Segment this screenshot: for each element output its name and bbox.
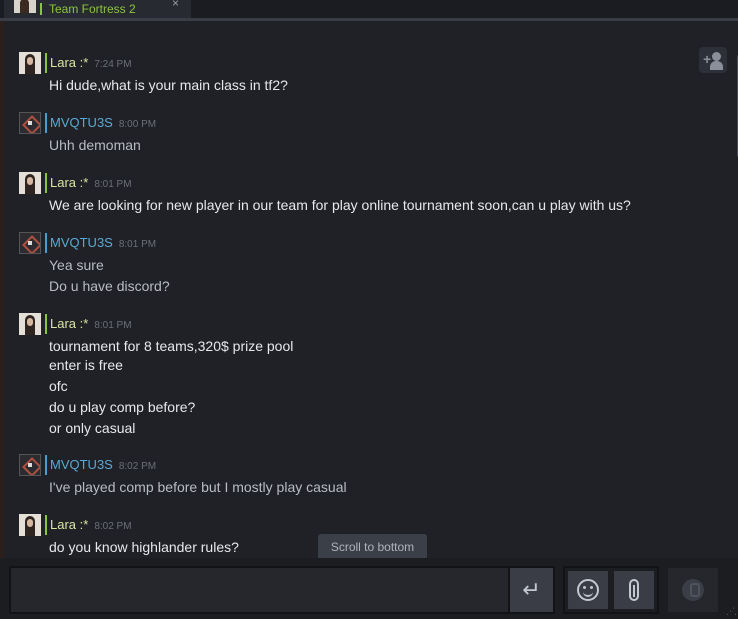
message-input[interactable] — [9, 566, 555, 614]
microphone-icon — [682, 579, 704, 601]
sender-label: Lara :* — [50, 316, 89, 331]
voice-chat-button[interactable] — [668, 568, 718, 612]
avatar[interactable] — [19, 313, 41, 335]
sender-name[interactable]: Lara :* 8:01 PM — [50, 316, 132, 331]
status-indicator — [45, 233, 47, 253]
timestamp: 8:01 PM — [118, 239, 157, 250]
message-text: We are looking for new player in our tea… — [49, 197, 631, 213]
status-indicator — [45, 314, 47, 334]
status-indicator — [45, 113, 47, 133]
sender-label: MVQTU3S — [50, 235, 113, 250]
message-text: or only casual — [49, 420, 136, 436]
online-indicator — [40, 3, 42, 15]
tab-bar: Team Fortress 2 × — [0, 0, 738, 18]
scroll-to-bottom-button[interactable]: Scroll to bottom — [318, 534, 427, 560]
emoticon-button[interactable] — [568, 571, 608, 609]
sender-label: MVQTU3S — [50, 457, 113, 472]
sender-name[interactable]: MVQTU3S 8:02 PM — [50, 457, 156, 472]
tab-label: Team Fortress 2 — [49, 2, 136, 16]
avatar[interactable] — [19, 52, 41, 74]
timestamp: 8:00 PM — [118, 119, 157, 130]
chat-tab[interactable]: Team Fortress 2 × — [4, 0, 191, 18]
input-bar: ↵ — [0, 558, 738, 619]
avatar[interactable] — [19, 232, 41, 254]
message-text: enter is free — [49, 357, 123, 373]
tools-group — [563, 566, 659, 614]
add-friend-button[interactable]: + — [699, 47, 727, 73]
sender-label: Lara :* — [50, 517, 89, 532]
avatar[interactable] — [19, 454, 41, 476]
timestamp: 8:01 PM — [94, 320, 132, 331]
enter-icon: ↵ — [522, 577, 541, 602]
sender-name[interactable]: Lara :* 8:02 PM — [50, 517, 132, 532]
timestamp: 8:02 PM — [94, 521, 132, 532]
message-text: do u play comp before? — [49, 399, 196, 415]
smiley-icon — [577, 579, 599, 601]
message-text: Yea sure — [49, 257, 104, 273]
message-text: Do u have discord? — [49, 278, 170, 294]
status-indicator — [45, 455, 47, 475]
status-indicator — [45, 53, 47, 73]
timestamp: 8:02 PM — [118, 461, 157, 472]
message-text: do you know highlander rules? — [49, 539, 239, 555]
paperclip-icon — [629, 579, 639, 601]
sender-name[interactable]: Lara :* 7:24 PM — [50, 55, 132, 70]
status-indicator — [45, 173, 47, 193]
sender-name[interactable]: MVQTU3S 8:01 PM — [50, 235, 156, 250]
sender-label: Lara :* — [50, 175, 89, 190]
status-indicator — [45, 515, 47, 535]
avatar[interactable] — [19, 112, 41, 134]
timestamp: 7:24 PM — [94, 59, 132, 70]
person-icon — [712, 52, 721, 61]
avatar[interactable] — [19, 172, 41, 194]
chat-log: + Lara :* 7:24 PM Hi dude,what is your ma… — [4, 21, 738, 558]
sender-name[interactable]: Lara :* 8:01 PM — [50, 175, 132, 190]
tab-avatar — [14, 0, 36, 13]
message-text: tournament for 8 teams,320$ prize pool — [49, 338, 294, 354]
message-text: I've played comp before but I mostly pla… — [49, 479, 347, 495]
send-button[interactable]: ↵ — [508, 566, 555, 614]
attach-button[interactable] — [614, 571, 654, 609]
avatar[interactable] — [19, 514, 41, 536]
timestamp: 8:01 PM — [94, 179, 132, 190]
sender-name[interactable]: MVQTU3S 8:00 PM — [50, 115, 156, 130]
message-text: Uhh demoman — [49, 137, 141, 153]
sender-label: Lara :* — [50, 55, 89, 70]
resize-grip-icon[interactable]: ⋰⋰ — [726, 606, 738, 617]
close-icon[interactable]: × — [172, 0, 179, 10]
message-text: ofc — [49, 378, 68, 394]
message-text: Hi dude,what is your main class in tf2? — [49, 77, 288, 93]
sender-label: MVQTU3S — [50, 115, 113, 130]
